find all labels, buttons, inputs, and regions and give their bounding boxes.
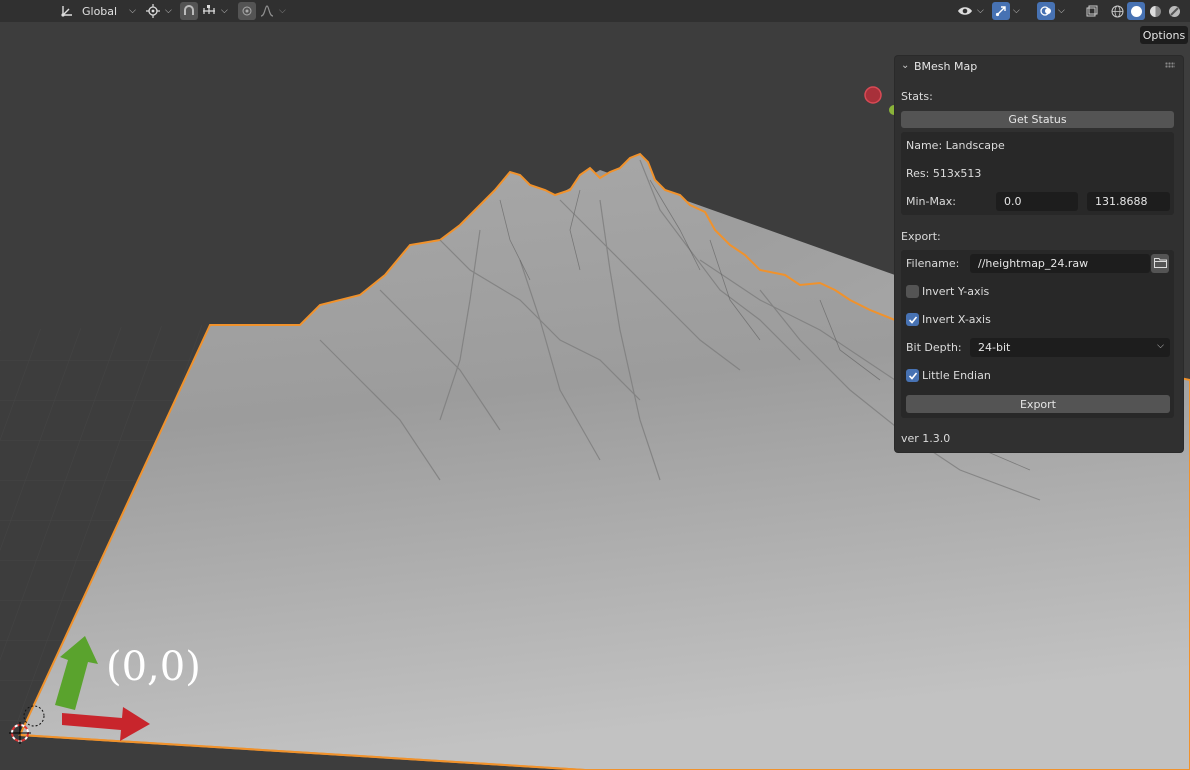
gizmo-x-axis-icon[interactable]: [864, 86, 882, 104]
filename-field[interactable]: //heightmap_24.raw: [970, 254, 1150, 273]
origin-label: (0,0): [106, 644, 201, 690]
chevron-down-icon: ⌵: [279, 6, 286, 16]
little-endian-checkbox[interactable]: [906, 369, 919, 382]
minmax-label: Min-Max:: [906, 195, 956, 208]
options-button[interactable]: Options: [1140, 26, 1188, 44]
viewport-header: Global ⌵ ⌵ ⌵ ⌵ ⌵ ⌵ ⌵: [0, 0, 1190, 22]
little-endian-label: Little Endian: [922, 369, 991, 382]
pivot-point-icon: [144, 4, 162, 18]
gizmo-toggle[interactable]: ⌵: [992, 2, 1030, 20]
falloff-dropdown[interactable]: ⌵: [258, 2, 288, 20]
bit-depth-label: Bit Depth:: [906, 341, 962, 354]
chevron-down-icon: ⌵: [1058, 6, 1065, 16]
min-value-field[interactable]: 0.0: [996, 192, 1078, 211]
chevron-down-icon: ⌵: [1157, 341, 1164, 351]
stats-res-text: Res: 513x513: [906, 167, 982, 180]
chevron-down-icon: ⌵: [1013, 6, 1020, 16]
version-text: ver 1.3.0: [901, 432, 951, 445]
proportional-editing-toggle[interactable]: [238, 2, 256, 20]
falloff-curve-icon: [258, 5, 276, 17]
shading-wireframe-icon: [1108, 2, 1126, 20]
snap-increment-icon: [200, 5, 218, 17]
chevron-down-icon: ⌵: [221, 6, 228, 16]
snap-icon: [180, 2, 198, 20]
transform-orientation-dropdown[interactable]: Global ⌵: [58, 2, 136, 20]
shading-solid-icon: [1127, 2, 1145, 20]
shading-wireframe-button[interactable]: [1108, 2, 1126, 20]
overlays-toggle[interactable]: ⌵: [1037, 2, 1075, 20]
snap-toggle[interactable]: [180, 2, 198, 20]
panel-header[interactable]: ⌄ BMesh Map: [895, 56, 1183, 78]
shading-rendered-icon: [1165, 2, 1183, 20]
file-browser-button[interactable]: [1151, 254, 1169, 273]
invert-y-label: Invert Y-axis: [922, 285, 990, 298]
checkmark-icon: [908, 371, 917, 380]
bmesh-map-panel: ⌄ BMesh Map Stats: Get Status Name: Land…: [895, 56, 1183, 452]
snap-target-dropdown[interactable]: ⌵: [200, 2, 232, 20]
invert-x-checkbox[interactable]: [906, 313, 919, 326]
drag-handle-icon[interactable]: [1165, 62, 1175, 68]
max-value-field[interactable]: 131.8688: [1087, 192, 1170, 211]
shading-material-icon: [1146, 2, 1164, 20]
invert-y-checkbox[interactable]: [906, 285, 919, 298]
overlay-icon: [1037, 2, 1055, 20]
get-status-button[interactable]: Get Status: [901, 111, 1174, 128]
chevron-down-icon: ⌵: [129, 6, 136, 16]
bit-depth-value: 24-bit: [978, 341, 1011, 354]
shading-solid-button[interactable]: [1127, 2, 1145, 20]
invert-x-checkbox-row[interactable]: Invert X-axis: [906, 313, 1166, 329]
pivot-point-dropdown[interactable]: ⌵: [144, 2, 174, 20]
transform-orientation-label: Global: [82, 4, 118, 18]
gizmo-icon: [992, 2, 1010, 20]
visibility-eye-icon: [956, 5, 974, 17]
panel-title: BMesh Map: [914, 60, 978, 73]
little-endian-checkbox-row[interactable]: Little Endian: [906, 369, 1166, 385]
shading-material-button[interactable]: [1146, 2, 1164, 20]
xray-toggle[interactable]: [1083, 2, 1101, 20]
export-box: [901, 250, 1174, 418]
bit-depth-dropdown[interactable]: 24-bit ⌵: [970, 338, 1170, 357]
export-button[interactable]: Export: [906, 395, 1170, 413]
stats-name-text: Name: Landscape: [906, 139, 1005, 152]
checkmark-icon: [908, 315, 917, 324]
xray-toggle-icon: [1083, 2, 1101, 20]
folder-icon: [1153, 257, 1167, 271]
chevron-down-icon: ⌄: [901, 60, 910, 71]
invert-y-checkbox-row[interactable]: Invert Y-axis: [906, 285, 1166, 301]
shading-rendered-button[interactable]: [1165, 2, 1183, 20]
invert-x-label: Invert X-axis: [922, 313, 991, 326]
chevron-down-icon: ⌵: [977, 6, 984, 16]
stats-label: Stats:: [901, 90, 933, 103]
visibility-dropdown[interactable]: ⌵: [956, 2, 988, 20]
filename-label: Filename:: [906, 257, 960, 270]
transform-orientation-icon: [58, 4, 76, 18]
chevron-down-icon: ⌵: [165, 6, 172, 16]
export-section-label: Export:: [901, 230, 941, 243]
proportional-editing-icon: [238, 2, 256, 20]
